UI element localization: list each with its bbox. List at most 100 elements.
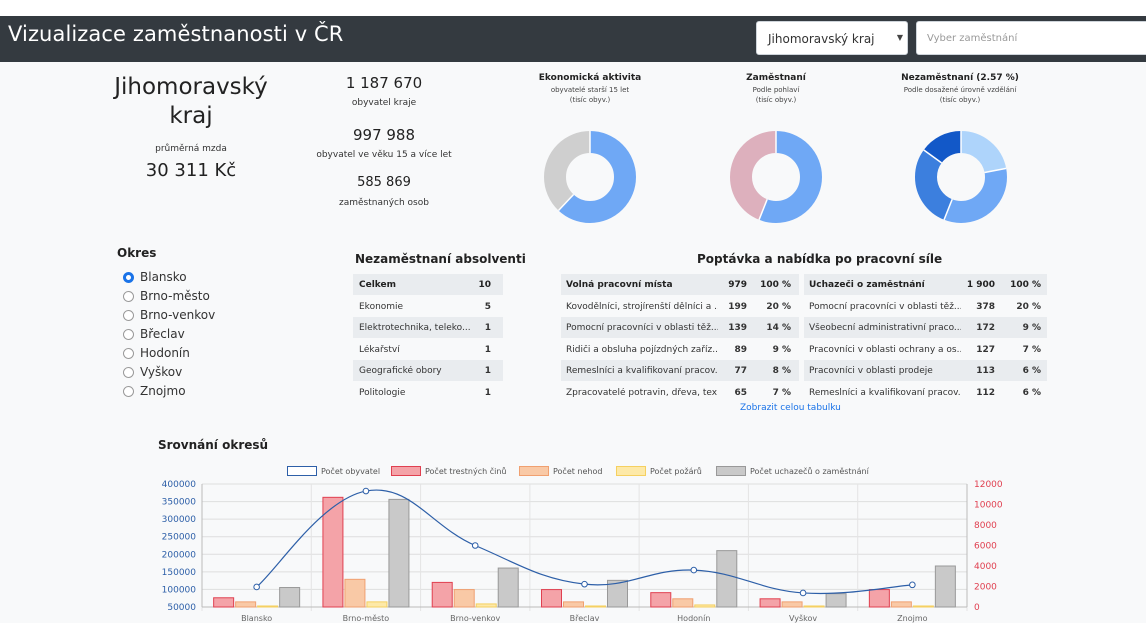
table-cell: 979	[728, 280, 747, 290]
x-tick-label: Hodonín	[677, 614, 710, 623]
job-search-input[interactable]: Vyber zaměstnání	[916, 21, 1146, 55]
legend-label: Počet trestných činů	[425, 467, 507, 476]
table-cell: Celkem	[359, 280, 397, 290]
x-tick-label: Brno-venkov	[450, 614, 500, 623]
employed-label: zaměstnaných osob	[339, 198, 429, 208]
legend-label: Počet nehod	[553, 467, 603, 476]
table-cell: Řidiči a obsluha pojízdných zaříz...	[566, 344, 718, 355]
bar[interactable]	[235, 601, 257, 608]
salary-label: průměrná mzda	[155, 144, 227, 154]
radio-button[interactable]	[123, 348, 134, 359]
x-tick-label: Břeclav	[570, 614, 600, 623]
radio-button[interactable]	[123, 329, 134, 340]
legend-item[interactable]: Počet obyvatel	[287, 466, 380, 476]
table-row: Pracovníci v oblasti ochrany a os... 127 7…	[804, 339, 1047, 360]
table-cell: Ekonomie	[359, 301, 404, 312]
table-cell: Volná pracovní místa	[566, 280, 673, 290]
bar[interactable]	[257, 605, 279, 608]
employed-value: 585 869	[357, 175, 411, 190]
unemployed-education-donut[interactable]	[915, 131, 1007, 223]
okres-option-label: Břeclav	[140, 327, 185, 341]
radio-button[interactable]	[123, 310, 134, 321]
bar[interactable]	[934, 565, 956, 608]
table-row: Geografické obory 1	[353, 360, 503, 381]
line-point[interactable]	[253, 583, 260, 591]
okres-title: Okres	[117, 246, 157, 260]
bar[interactable]	[541, 589, 562, 608]
bar[interactable]	[344, 578, 366, 608]
legend-item[interactable]: Počet nehod	[519, 466, 602, 476]
district-comparison-chart: 400000 350000 300000 250000 200000 150000 1000…	[162, 480, 1003, 623]
legend-label: Počet obyvatel	[321, 467, 381, 476]
table-row: Zpracovatelé potravin, dřeva, tex... 65 7 …	[561, 382, 799, 403]
y-left-tick-label: 350000	[162, 498, 197, 508]
bar[interactable]	[803, 605, 825, 608]
legend-item[interactable]: Počet požárů	[616, 466, 702, 476]
employed-gender-donut[interactable]	[730, 131, 822, 223]
table-cell: 1 900	[966, 280, 995, 290]
y-right-tick-label: 6000	[974, 542, 997, 552]
bar[interactable]	[388, 498, 410, 608]
line-point[interactable]	[471, 542, 479, 549]
line-point[interactable]	[909, 581, 916, 589]
radio-button[interactable]	[123, 386, 134, 397]
donut-title-employed: Zaměstnaní	[746, 73, 806, 83]
radio-button[interactable]	[123, 291, 134, 302]
table-cell: Pracovníci v oblasti prodeje	[809, 366, 933, 376]
x-tick-label: Znojmo	[897, 614, 927, 623]
table-row: Řemeslníci a kvalifikovaní pracov... 77 8 …	[561, 360, 799, 381]
table-cell: Řemeslníci a kvalifikovaní pracov...	[566, 366, 718, 376]
economic-activity-donut[interactable]	[544, 131, 636, 223]
bar[interactable]	[890, 601, 912, 608]
table-cell: 6 %	[1022, 366, 1041, 376]
line-point[interactable]	[799, 589, 807, 597]
bar[interactable]	[279, 587, 301, 608]
line-point[interactable]	[690, 566, 698, 574]
legend-item[interactable]: Počet uchazečů o zaměstnání	[716, 466, 869, 476]
bar[interactable]	[694, 604, 716, 608]
region-select[interactable]: Jihomoravský kraj ▼	[756, 21, 908, 55]
donut-title-activity: Ekonomická aktivita	[538, 73, 642, 83]
donut-subtitle: Podle pohlaví	[752, 86, 800, 94]
line-point[interactable]	[362, 487, 370, 495]
bar[interactable]	[759, 598, 781, 608]
table-row: Pracovníci v oblasti prodeje 113 6 %	[804, 360, 1047, 381]
bar[interactable]	[912, 605, 934, 608]
table-cell: 127	[976, 344, 995, 355]
okres-option-label: Brno-venkov	[140, 308, 216, 322]
radio-button[interactable]	[123, 367, 134, 378]
legend-label: Počet požárů	[650, 467, 702, 476]
table-cell: Politologie	[359, 387, 406, 398]
bar[interactable]	[650, 592, 672, 608]
bar[interactable]	[366, 601, 388, 608]
bar[interactable]	[716, 550, 738, 608]
legend-item[interactable]: Počet trestných činů	[391, 466, 507, 476]
table-cell: 1	[484, 387, 491, 398]
show-full-table-link[interactable]: Zobrazit celou tabulku	[740, 403, 841, 413]
y-right-tick-label: 4000	[974, 562, 997, 572]
table-row: Řidiči a obsluha pojízdných zaříz... 89 9 …	[561, 339, 799, 360]
bar[interactable]	[781, 601, 803, 608]
table-cell: 172	[976, 323, 995, 333]
bar[interactable]	[475, 603, 497, 608]
okres-option-label: Hodonín	[140, 346, 190, 360]
donut-title-unemployed: Nezaměstnaní (2.57 %)	[901, 73, 1019, 83]
bar[interactable]	[453, 589, 475, 608]
bar[interactable]	[213, 597, 235, 608]
bar[interactable]	[672, 598, 694, 608]
table-cell: Všeobecní administrativní praco...	[809, 323, 961, 333]
radio-button[interactable]	[123, 272, 134, 283]
bar[interactable]	[868, 589, 890, 608]
bar[interactable]	[497, 567, 519, 608]
table-cell: 8 %	[772, 366, 791, 376]
app-title: Vizualizace zaměstnanosti v ČR	[8, 22, 344, 46]
top-navbar: Vizualizace zaměstnanosti v ČR Jihomorav…	[0, 16, 1146, 62]
bar[interactable]	[825, 593, 847, 608]
table-cell: 7 %	[772, 387, 791, 398]
bar[interactable]	[563, 601, 584, 608]
bar[interactable]	[431, 581, 453, 608]
bar[interactable]	[322, 496, 344, 608]
y-right-tick-label: 2000	[974, 583, 997, 593]
line-point[interactable]	[581, 580, 588, 588]
bar[interactable]	[585, 605, 606, 608]
